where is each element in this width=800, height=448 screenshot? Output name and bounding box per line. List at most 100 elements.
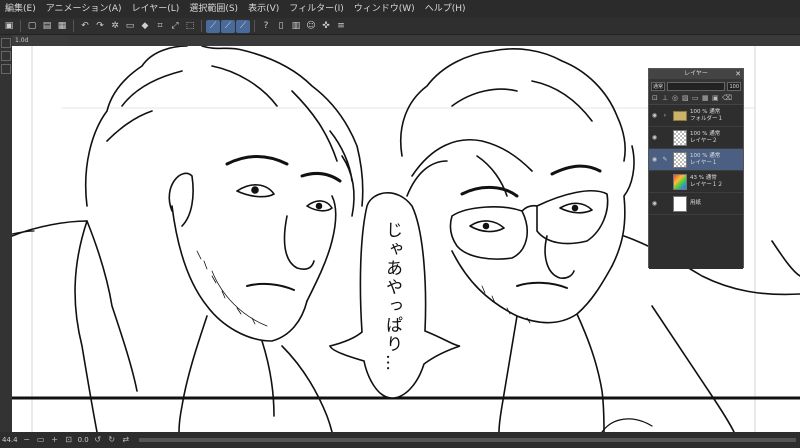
mask-icon[interactable]: ▭	[692, 95, 699, 102]
layer-labels: 43 % 通常 レイヤー１２	[690, 175, 723, 189]
layer-list-empty-area[interactable]	[649, 215, 743, 269]
folder-icon	[673, 110, 687, 121]
command-bar: ▣ ▢ ▤ ▦ ↶ ↷ ✲ ▭ ◆ ⌗ ⤢ ⬚ ⟋ ⟋ ⟋ ? ▯ ▥ ☺ ✜ …	[0, 18, 800, 35]
left-tool-palette	[0, 35, 12, 440]
speech-bubble-text: じゃあやっぱり…	[382, 221, 402, 373]
list-icon[interactable]: ≡	[334, 20, 348, 33]
help-icon[interactable]: ?	[259, 20, 273, 33]
layer-name: 用紙	[690, 200, 702, 206]
redo-icon[interactable]: ↷	[93, 20, 107, 33]
menu-filter[interactable]: フィルター(I)	[284, 0, 349, 18]
layer-thumbnail	[673, 151, 687, 168]
crop-icon[interactable]: ⌗	[153, 20, 167, 33]
compass-icon[interactable]: ✜	[319, 20, 333, 33]
menubar: 編集(E) アニメーション(A) レイヤー(L) 選択範囲(S) 表示(V) フ…	[0, 0, 800, 18]
clip-icon[interactable]: ⊥	[662, 95, 669, 102]
toolbar-divider	[20, 20, 21, 32]
layer-info: 43 % 通常	[690, 174, 717, 181]
settings-icon[interactable]: ✲	[108, 20, 122, 33]
visibility-eye-icon[interactable]: ◉	[649, 134, 660, 141]
visibility-eye-icon[interactable]: ◉	[649, 156, 660, 163]
layer-info: 100 % 通常	[690, 108, 721, 115]
menu-view[interactable]: 表示(V)	[243, 0, 284, 18]
layer-labels: 100 % 通常 フォルダー１	[690, 109, 723, 123]
layer-info: 100 % 通常	[690, 130, 721, 137]
lock-icon[interactable]: ⊡	[652, 95, 659, 102]
menu-window[interactable]: ウィンドウ(W)	[349, 0, 420, 18]
save-icon[interactable]: ▦	[55, 20, 69, 33]
menu-animation[interactable]: アニメーション(A)	[41, 0, 127, 18]
layer-icon-bar: ⊡ ⊥ ◎ ▨ ▭ ▦ ▣ ⌫	[649, 93, 743, 105]
layer-row[interactable]: ◉ › 100 % 通常 フォルダー１	[649, 105, 743, 127]
status-bar: 44.4 − ▭ + ⊡ 0.0 ↺ ↻ ⇄	[0, 432, 800, 448]
zoom-in-icon[interactable]: +	[50, 435, 60, 445]
layer-name: レイヤー１２	[690, 181, 723, 188]
undo-icon[interactable]: ↶	[78, 20, 92, 33]
layer-name: フォルダー１	[690, 115, 724, 122]
layer-row[interactable]: 43 % 通常 レイヤー１２	[649, 171, 743, 193]
zoom-slider-icon[interactable]: ▭	[36, 435, 46, 445]
opacity-value[interactable]: 100	[727, 81, 741, 91]
layer-thumbnail	[673, 173, 687, 190]
layer-labels: 100 % 通常 レイヤー１	[690, 153, 720, 167]
open-file-icon[interactable]: ▤	[40, 20, 54, 33]
new-layer-icon[interactable]: ▣	[712, 95, 719, 102]
snap-special-icon[interactable]: ⟋	[236, 19, 250, 33]
layer-panel-title: レイヤー	[684, 70, 708, 77]
snap-ruler-icon[interactable]: ⟋	[206, 19, 220, 33]
layer-labels: 100 % 通常 レイヤー２	[690, 131, 720, 145]
layer-name: レイヤー２	[690, 137, 718, 144]
blend-mode-select[interactable]: 通常	[651, 81, 666, 91]
tablet-icon[interactable]: ▯	[274, 20, 288, 33]
new-file-icon[interactable]: ▢	[25, 20, 39, 33]
deselect-icon[interactable]: ⬚	[183, 20, 197, 33]
zoom-out-icon[interactable]: −	[22, 435, 32, 445]
close-icon[interactable]: ✕	[735, 69, 741, 79]
toolbar-divider	[73, 20, 74, 32]
layer-row[interactable]: ◉ 100 % 通常 レイヤー２	[649, 127, 743, 149]
layer-info: 100 % 通常	[690, 152, 721, 159]
palette-icon[interactable]: ▦	[702, 95, 709, 102]
menu-layer[interactable]: レイヤー(L)	[127, 0, 185, 18]
visibility-eye-icon[interactable]: ◉	[649, 200, 660, 207]
draft-icon[interactable]: ▨	[682, 95, 689, 102]
opacity-slider[interactable]	[667, 81, 726, 91]
layer-thumbnail	[673, 129, 687, 146]
transform-icon[interactable]: ⤢	[168, 20, 182, 33]
user-icon[interactable]: ☺	[304, 20, 318, 33]
layer-name: レイヤー１	[690, 159, 718, 166]
menu-selection[interactable]: 選択範囲(S)	[184, 0, 243, 18]
layer-labels: 用紙	[690, 200, 701, 207]
toolbar-divider	[254, 20, 255, 32]
zoom-value[interactable]: 44.4	[2, 436, 18, 444]
layer-panel: レイヤー ✕ 通常 100 ⊡ ⊥ ◎ ▨ ▭ ▦ ▣ ⌫ ◉ › 100 % …	[648, 68, 744, 269]
rotation-value[interactable]: 0.0	[78, 436, 89, 444]
trash-icon[interactable]: ⌫	[722, 95, 732, 102]
layer-controls: 通常 100	[649, 79, 743, 93]
rotate-right-icon[interactable]: ↻	[107, 435, 117, 445]
clear-icon[interactable]: ▭	[123, 20, 137, 33]
horizontal-scrollbar[interactable]	[138, 438, 796, 442]
snap-grid-icon[interactable]: ⟋	[221, 19, 235, 33]
layer-property-icon[interactable]: ▥	[289, 20, 303, 33]
toolbar-divider	[201, 20, 202, 32]
tool-page-icon[interactable]	[1, 64, 11, 74]
layer-row-selected[interactable]: ◉ ✎ 100 % 通常 レイヤー１	[649, 149, 743, 171]
layer-row[interactable]: ◉ 用紙	[649, 193, 743, 215]
visibility-eye-icon[interactable]: ◉	[649, 112, 660, 119]
fill-icon[interactable]: ◆	[138, 20, 152, 33]
tool-rotate-icon[interactable]	[1, 38, 11, 48]
tool-layer-icon[interactable]	[1, 51, 11, 61]
fit-icon[interactable]: ⊡	[64, 435, 74, 445]
pen-icon: ✎	[662, 156, 668, 163]
layer-thumbnail	[673, 195, 687, 212]
expand-chevron-icon[interactable]: ›	[660, 112, 670, 119]
flip-icon[interactable]: ⇄	[121, 435, 131, 445]
menu-edit[interactable]: 編集(E)	[0, 0, 41, 18]
window-icon[interactable]: ▣	[2, 20, 16, 33]
document-tab[interactable]: 1.0d	[12, 35, 68, 46]
reference-icon[interactable]: ◎	[672, 95, 679, 102]
menu-help[interactable]: ヘルプ(H)	[420, 0, 471, 18]
layer-panel-titlebar[interactable]: レイヤー ✕	[649, 69, 743, 79]
rotate-left-icon[interactable]: ↺	[93, 435, 103, 445]
